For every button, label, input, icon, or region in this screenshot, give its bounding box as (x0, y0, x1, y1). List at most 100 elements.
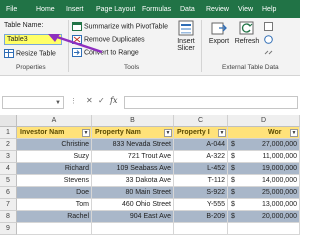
tab-page-layout[interactable]: Page Layout (96, 4, 135, 18)
unlink-icon (264, 50, 273, 55)
table-cell[interactable]: $14,000,000 (228, 175, 300, 187)
row-header[interactable]: 4 (0, 163, 17, 175)
refresh-label: Refresh (234, 38, 260, 45)
table-cell[interactable]: A-322 (174, 151, 228, 163)
table-cell[interactable]: L-452 (174, 163, 228, 175)
insert-slicer-label-2: Slicer (177, 45, 195, 52)
row-header[interactable]: 1 (0, 127, 17, 139)
column-header-c[interactable]: C (174, 115, 228, 127)
properties-group-label: Properties (16, 64, 46, 71)
currency-symbol: $ (231, 189, 235, 196)
table-header-cell[interactable]: Property Nam ▼ (92, 127, 174, 139)
header-label: Property Nam (95, 129, 141, 136)
header-label: Wor (268, 129, 282, 136)
select-all-corner[interactable] (0, 115, 17, 127)
table-header-cell[interactable]: Wor ▼ (228, 127, 300, 139)
enter-icon[interactable]: ✓ (98, 96, 105, 105)
empty-cell[interactable] (92, 223, 174, 235)
table-cell[interactable]: $27,000,000 (228, 139, 300, 151)
formula-input[interactable] (124, 96, 298, 109)
table-header-cell[interactable]: Property I ▼ (174, 127, 228, 139)
table-cell[interactable]: 109 Seabass Ave (92, 163, 174, 175)
table-cell[interactable]: Rachel (17, 211, 92, 223)
table-cell[interactable]: S-922 (174, 187, 228, 199)
table-cell[interactable]: 904 East Ave (92, 211, 174, 223)
empty-cell[interactable] (17, 223, 92, 235)
row-header[interactable]: 2 (0, 139, 17, 151)
row-header[interactable]: 7 (0, 199, 17, 211)
slicer-icon (178, 20, 194, 36)
empty-cell[interactable] (174, 223, 228, 235)
filter-dropdown-icon[interactable]: ▼ (218, 129, 226, 137)
column-header-a[interactable]: A (17, 115, 92, 127)
table-cell[interactable]: $11,000,000 (228, 151, 300, 163)
table-cell[interactable]: Richard (17, 163, 92, 175)
tab-home[interactable]: Home (36, 4, 55, 18)
formula-bar-grip-icon: ⋮ (70, 98, 77, 105)
table-cell[interactable]: Tom (17, 199, 92, 211)
open-in-browser-small-icon[interactable] (264, 35, 273, 44)
table-cell[interactable]: Stevens (17, 175, 92, 187)
ribbon-body: Table Name: Table3 Resize Table Properti… (0, 18, 300, 76)
table-cell[interactable]: 460 Ohio Street (92, 199, 174, 211)
table-cell[interactable]: 833 Nevada Street (92, 139, 174, 151)
column-header-d[interactable]: D (228, 115, 300, 127)
table-cell[interactable]: 80 Main Street (92, 187, 174, 199)
tab-data[interactable]: Data (180, 4, 195, 18)
table-cell[interactable]: Christine (17, 139, 92, 151)
export-button[interactable]: Export (206, 20, 232, 45)
ribbon-tab-bar: File Home Insert Page Layout Formulas Da… (0, 0, 300, 18)
empty-cell[interactable] (228, 223, 300, 235)
worksheet-grid[interactable]: A B C D 1 2 3 4 5 6 7 8 9 Investor Nam ▼… (0, 115, 300, 235)
tab-view[interactable]: View (238, 4, 253, 18)
table-cell[interactable]: $20,000,000 (228, 211, 300, 223)
filter-dropdown-icon[interactable]: ▼ (82, 129, 90, 137)
table-cell[interactable]: Y-555 (174, 199, 228, 211)
cell-value: 27,000,000 (261, 141, 297, 148)
cancel-icon[interactable]: ✕ (86, 96, 93, 105)
table-cell[interactable]: Suzy (17, 151, 92, 163)
chevron-down-icon[interactable]: ▼ (55, 100, 61, 106)
summarize-pivottable-button[interactable]: Summarize with PivotTable (72, 22, 168, 31)
table-cell[interactable]: $19,000,000 (228, 163, 300, 175)
cell-value: 13,000,000 (261, 201, 297, 208)
cell-value: 25,000,000 (261, 189, 297, 196)
external-table-data-group-label: External Table Data (222, 64, 279, 71)
name-box[interactable]: ▼ (2, 96, 64, 109)
column-header-b[interactable]: B (92, 115, 174, 127)
group-separator (201, 20, 202, 72)
row-header[interactable]: 8 (0, 211, 17, 223)
insert-slicer-button[interactable]: Insert Slicer (174, 20, 198, 52)
tab-insert[interactable]: Insert (66, 4, 84, 18)
table-header-cell[interactable]: Investor Nam ▼ (17, 127, 92, 139)
export-label: Export (208, 38, 230, 45)
row-header[interactable]: 6 (0, 187, 17, 199)
cell-value: 20,000,000 (261, 213, 297, 220)
properties-small-icon[interactable] (264, 22, 273, 31)
tab-file[interactable]: File (6, 4, 17, 18)
filter-dropdown-icon[interactable]: ▼ (164, 129, 172, 137)
table-cell[interactable]: $25,000,000 (228, 187, 300, 199)
refresh-button[interactable]: Refresh (234, 20, 260, 45)
unlink-small-icon[interactable] (264, 48, 273, 57)
cell-value: 19,000,000 (261, 165, 297, 172)
open-in-browser-icon (264, 35, 273, 44)
row-header[interactable]: 5 (0, 175, 17, 187)
currency-symbol: $ (231, 153, 235, 160)
table-cell[interactable]: 33 Dakota Ave (92, 175, 174, 187)
row-header[interactable]: 9 (0, 223, 17, 235)
pivottable-icon (72, 22, 82, 31)
table-cell[interactable]: B-209 (174, 211, 228, 223)
table-cell[interactable]: T-112 (174, 175, 228, 187)
table-cell[interactable]: $13,000,000 (228, 199, 300, 211)
table-cell[interactable]: A-044 (174, 139, 228, 151)
row-header[interactable]: 3 (0, 151, 17, 163)
tab-help[interactable]: Help (262, 4, 276, 18)
table-cell[interactable]: 721 Trout Ave (92, 151, 174, 163)
table-cell[interactable]: Doe (17, 187, 92, 199)
insert-function-icon[interactable]: fx (110, 96, 117, 105)
tab-formulas[interactable]: Formulas (142, 4, 171, 18)
filter-dropdown-icon[interactable]: ▼ (290, 129, 298, 137)
tab-review[interactable]: Review (206, 4, 229, 18)
currency-symbol: $ (231, 165, 235, 172)
